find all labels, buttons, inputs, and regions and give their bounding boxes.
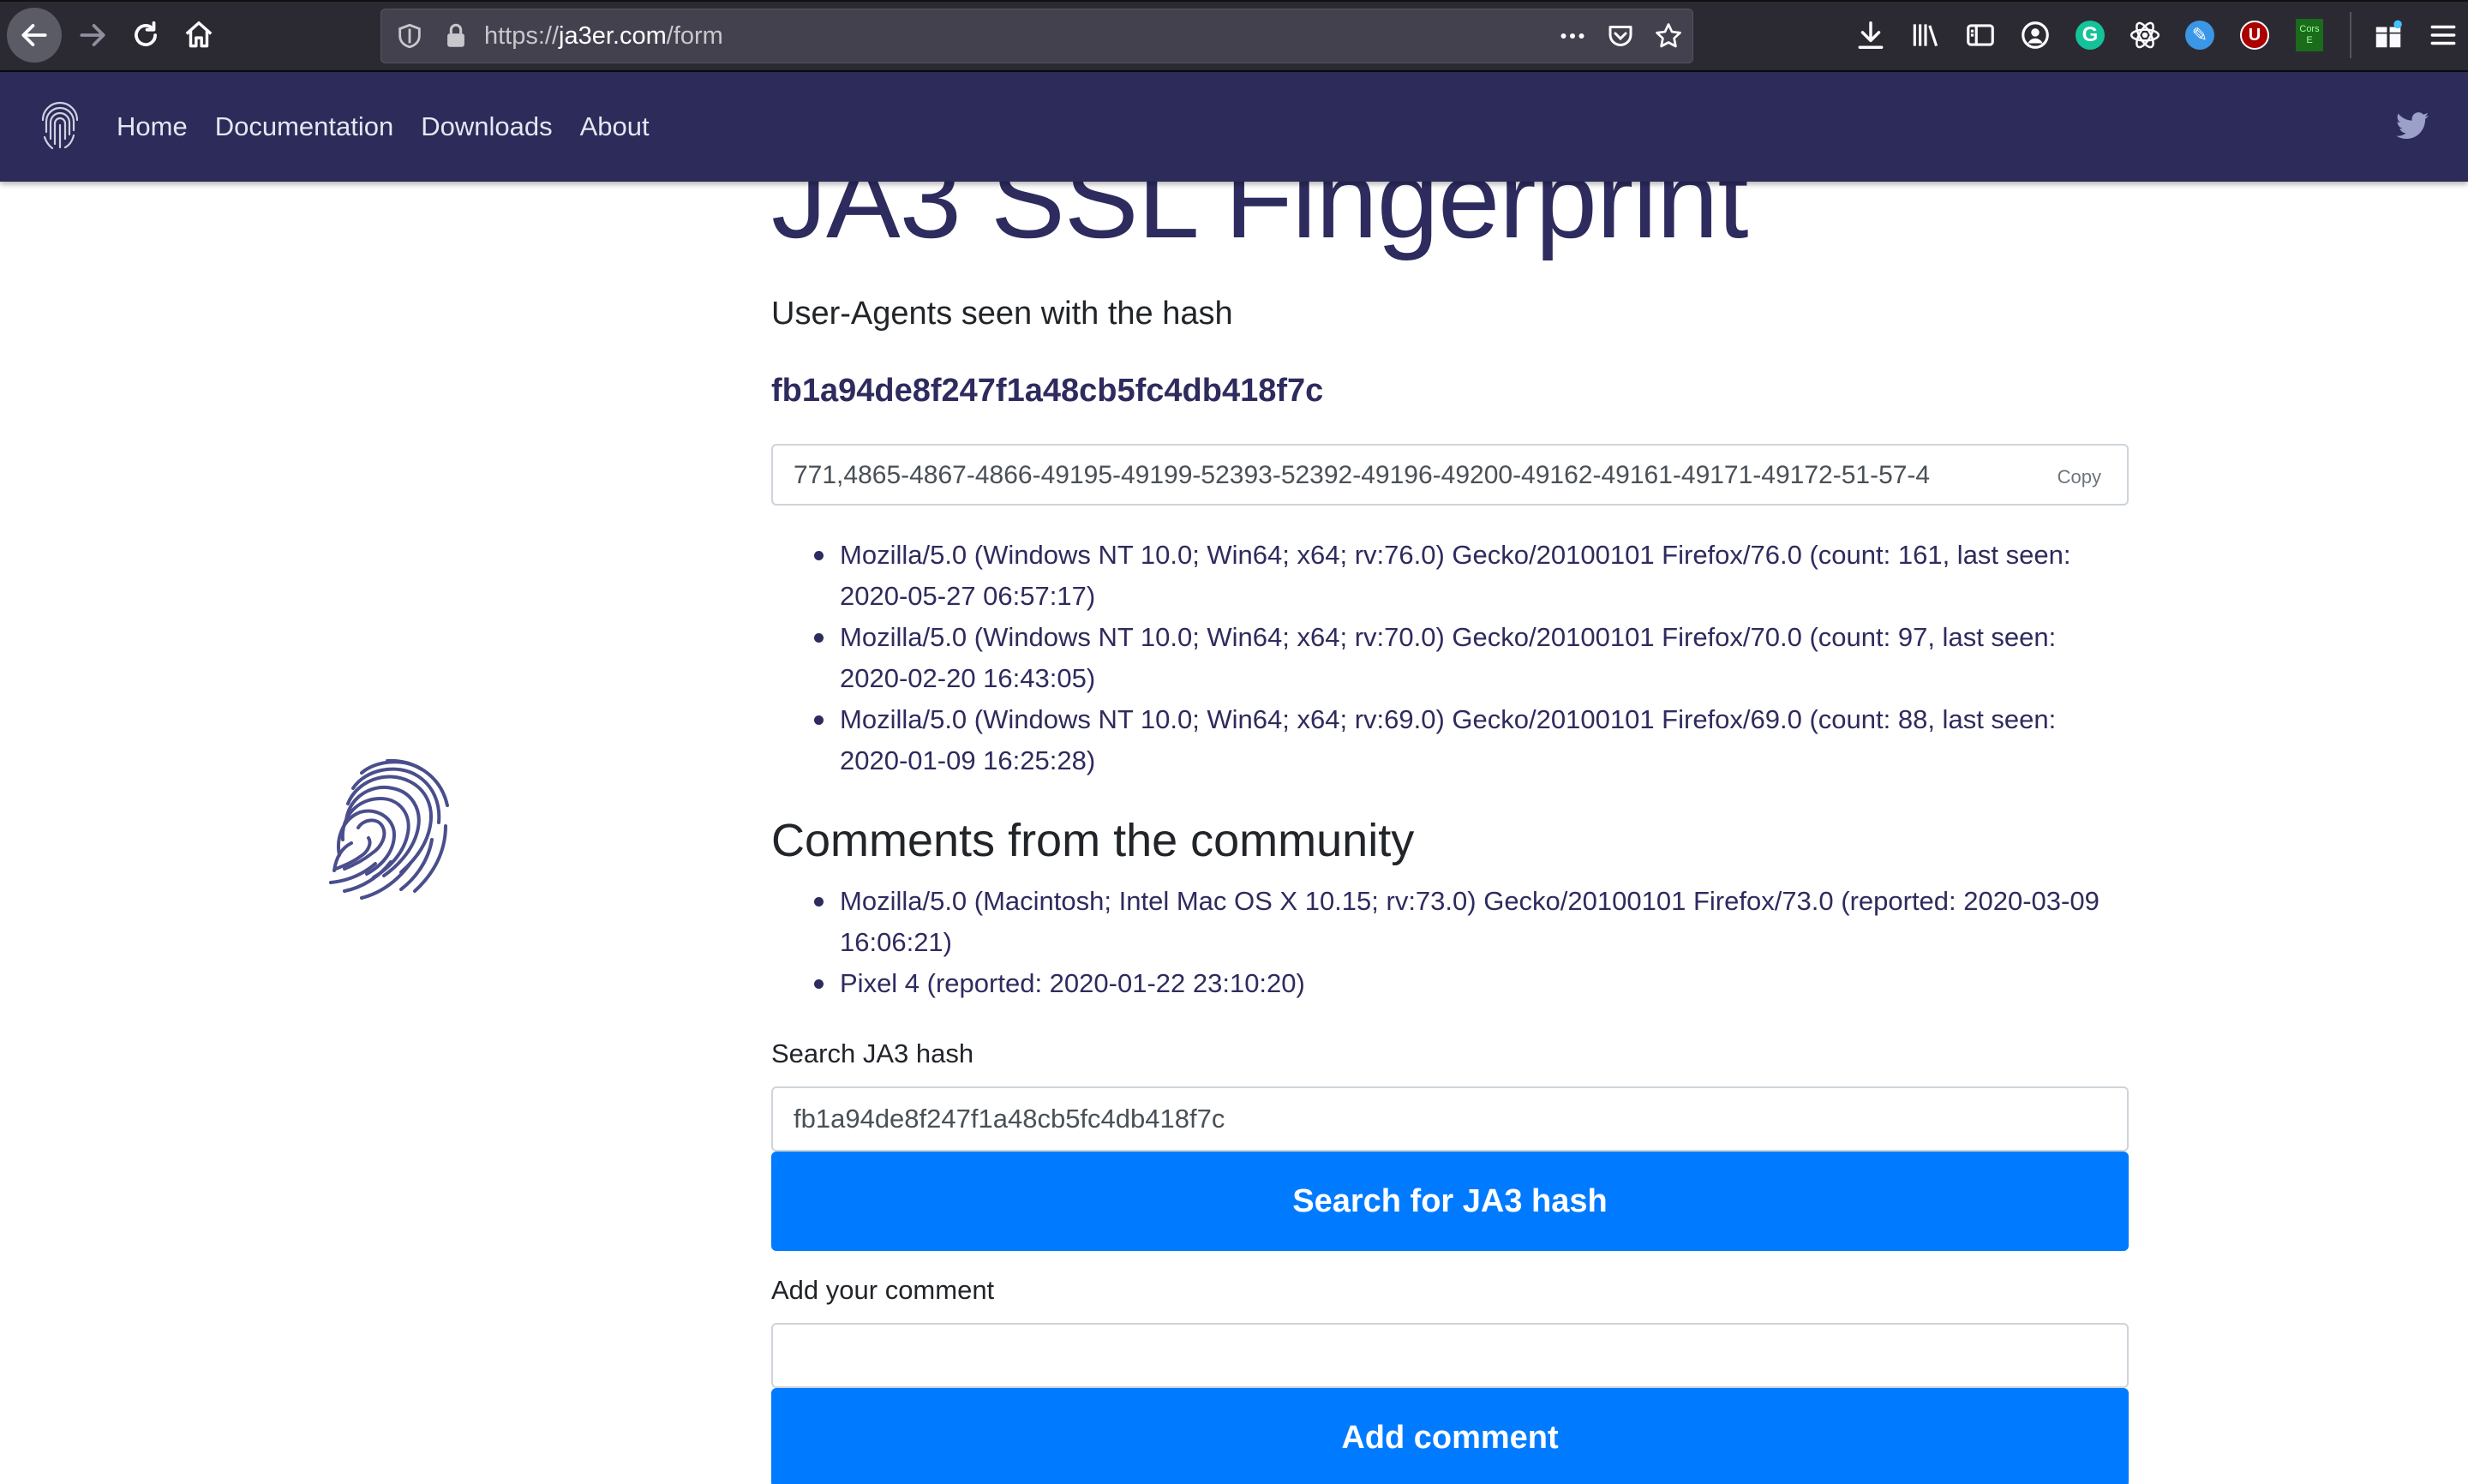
forward-button[interactable] <box>65 8 120 63</box>
list-item: Mozilla/5.0 (Windows NT 10.0; Win64; x64… <box>814 617 2129 699</box>
hash-heading: fb1a94de8f247f1a48cb5fc4db418f7c <box>771 373 1324 409</box>
search-button[interactable]: Search for JA3 hash <box>771 1152 2129 1251</box>
browser-toolbar: https://ja3er.com/form G ✎ U Cors E <box>0 0 2468 72</box>
grammarly-extension[interactable]: G <box>2070 15 2110 55</box>
page-title: JA3 SSL Fingerprint <box>771 182 1749 261</box>
ja3-string-value: 771,4865-4867-4866-49195-49199-52393-523… <box>794 461 1931 489</box>
account-icon <box>2022 21 2049 49</box>
search-label: Search JA3 hash <box>771 1038 974 1068</box>
comment-list: Mozilla/5.0 (Macintosh; Intel Mac OS X 1… <box>771 881 2129 1004</box>
reload-icon <box>135 21 157 46</box>
ja3-string-field[interactable]: 771,4865-4867-4866-49195-49199-52393-523… <box>771 444 2129 506</box>
twitter-icon[interactable] <box>2396 111 2429 141</box>
library-icon <box>1913 24 1938 47</box>
ublock-icon: U <box>2240 21 2269 50</box>
user-agent-list: Mozilla/5.0 (Windows NT 10.0; Win64; x64… <box>771 535 2129 781</box>
cors-extension[interactable]: Cors E <box>2290 15 2329 55</box>
bookmark-star-icon[interactable] <box>1653 21 1684 51</box>
comment-input[interactable] <box>771 1323 2129 1388</box>
nav-link-home[interactable]: Home <box>117 106 188 147</box>
pocket-icon[interactable] <box>1605 21 1636 51</box>
downloads-button[interactable] <box>1851 15 1890 55</box>
nav-link-documentation[interactable]: Documentation <box>215 106 394 147</box>
nav-link-about[interactable]: About <box>580 106 650 147</box>
more-actions-icon[interactable] <box>1557 21 1588 51</box>
fingerprint-logo-icon[interactable] <box>38 101 82 153</box>
url-path: /form <box>666 22 723 50</box>
download-icon <box>1858 21 1884 49</box>
back-button[interactable] <box>7 8 62 63</box>
page-content: JA3 SSL Fingerprint User-Agents seen wit… <box>0 182 2468 1484</box>
url-bar[interactable]: https://ja3er.com/form <box>380 9 1693 63</box>
extensions-icon <box>2375 20 2402 48</box>
add-comment-button[interactable]: Add comment <box>771 1388 2129 1484</box>
account-button[interactable] <box>2016 15 2055 55</box>
sidebar-button[interactable] <box>1961 15 2000 55</box>
nav-links: Home Documentation Downloads About <box>117 106 650 147</box>
copy-button[interactable]: Copy <box>2058 464 2101 490</box>
list-item: Mozilla/5.0 (Macintosh; Intel Mac OS X 1… <box>814 881 2129 963</box>
arrow-left-icon <box>21 24 47 46</box>
list-item: Mozilla/5.0 (Windows NT 10.0; Win64; x64… <box>814 535 2129 617</box>
list-item: Mozilla/5.0 (Windows NT 10.0; Win64; x64… <box>814 699 2129 781</box>
cors-icon: Cors E <box>2296 19 2323 51</box>
tracking-shield-icon[interactable] <box>395 21 424 51</box>
extensions-button[interactable] <box>2369 15 2408 55</box>
url-host: ja3er.com <box>559 22 667 50</box>
nav-link-downloads[interactable]: Downloads <box>421 106 552 147</box>
url-prefix: https:// <box>484 22 560 50</box>
sidebar-icon <box>1967 24 1994 46</box>
menu-button[interactable] <box>2423 15 2463 55</box>
toolbar-separator <box>2350 12 2351 58</box>
lock-icon[interactable] <box>441 21 470 51</box>
page-subtitle: User-Agents seen with the hash <box>771 296 1233 332</box>
pen-icon: ✎ <box>2185 21 2214 50</box>
arrow-right-icon <box>80 24 105 46</box>
tab-strip-edge <box>0 0 2468 2</box>
url-text[interactable]: https://ja3er.com/form <box>484 21 723 51</box>
ublock-extension[interactable]: U <box>2235 15 2274 55</box>
library-button[interactable] <box>1906 15 1945 55</box>
search-input[interactable] <box>771 1086 2129 1152</box>
comments-heading: Comments from the community <box>771 815 1415 866</box>
hamburger-menu-icon <box>2430 25 2456 45</box>
fingerprint-illustration-icon <box>329 758 449 900</box>
home-icon <box>185 21 213 48</box>
react-devtools-extension[interactable] <box>2125 15 2165 55</box>
react-icon <box>2130 21 2160 49</box>
url-actions <box>1557 18 1684 54</box>
grammarly-icon: G <box>2076 21 2105 50</box>
home-button[interactable] <box>171 8 226 63</box>
reload-button[interactable] <box>118 8 173 63</box>
comment-label: Add your comment <box>771 1275 995 1305</box>
toolbar-extensions: G ✎ U Cors E <box>1851 12 2468 58</box>
list-item: Pixel 4 (reported: 2020-01-22 23:10:20) <box>814 963 2129 1004</box>
site-navbar: Home Documentation Downloads About <box>0 72 2468 182</box>
blue-extension[interactable]: ✎ <box>2180 15 2219 55</box>
